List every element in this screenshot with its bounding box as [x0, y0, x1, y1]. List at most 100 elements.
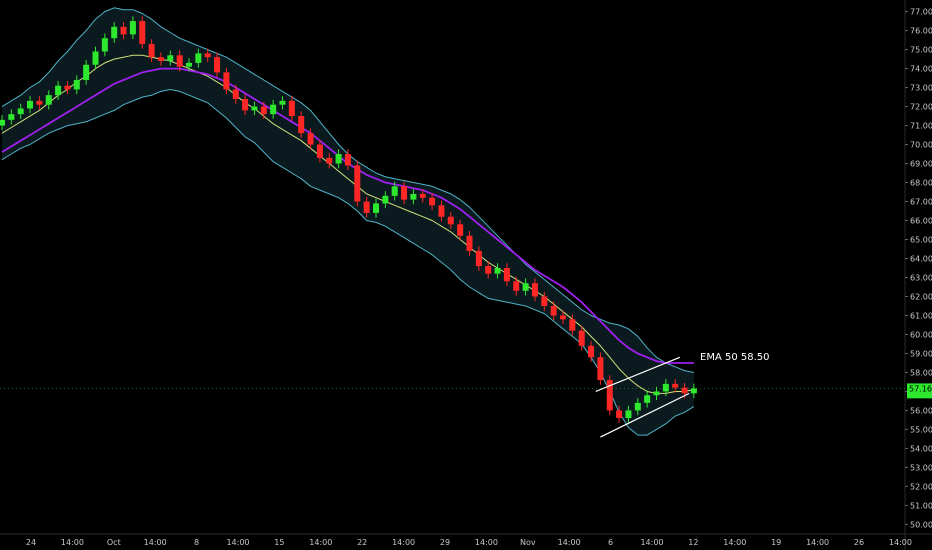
- price-tick-label: 73.00: [910, 84, 932, 93]
- candle-body: [550, 305, 557, 316]
- price-tick-label: 71.00: [910, 122, 932, 131]
- price-tick-label: 58.00: [910, 368, 932, 377]
- time-tick-label: 14:00: [309, 538, 332, 547]
- candle-body: [616, 410, 623, 419]
- time-tick-label: 14:00: [226, 538, 249, 547]
- price-tick-label: 53.00: [910, 463, 932, 472]
- time-tick-label: 19: [771, 538, 781, 547]
- candle-body: [17, 108, 24, 115]
- candle-body: [55, 85, 62, 96]
- price-tick-label: 76.00: [910, 27, 932, 36]
- price-tick-label: 75.00: [910, 46, 932, 55]
- time-tick-label: 14:00: [723, 538, 746, 547]
- candle-body: [120, 26, 127, 35]
- candle-body: [588, 345, 595, 358]
- candle-body: [176, 55, 183, 67]
- time-tick-label: 8: [194, 538, 199, 547]
- candle-body: [83, 64, 90, 80]
- candle-body: [447, 216, 454, 225]
- price-tick-label: 65.00: [910, 236, 932, 245]
- ema-annotation: EMA 50 58.50: [700, 352, 770, 363]
- candle-body: [503, 268, 510, 282]
- candle-body: [260, 106, 267, 115]
- candle-body: [8, 114, 15, 120]
- candle-body: [363, 201, 370, 213]
- time-tick-label: 14:00: [889, 538, 912, 547]
- candle-body: [560, 315, 566, 320]
- time-tick-label: 12: [688, 538, 698, 547]
- candle-body: [326, 157, 333, 164]
- candle-body: [419, 193, 426, 198]
- price-tick-label: 63.00: [910, 273, 932, 282]
- price-tick-label: 61.00: [910, 311, 932, 320]
- time-tick-label: Oct: [107, 538, 121, 547]
- candle-body: [569, 319, 576, 331]
- candle-body: [101, 38, 108, 52]
- price-tick-label: 62.00: [910, 292, 932, 301]
- candle-body: [214, 57, 221, 73]
- price-tick-label: 51.00: [910, 501, 932, 510]
- time-tick-label: Nov: [520, 538, 536, 547]
- candle-body: [335, 154, 342, 164]
- last-price-label: 57.16: [909, 384, 932, 393]
- time-tick-label: 26: [854, 538, 864, 547]
- time-tick-label: 6: [608, 538, 613, 547]
- candle-body: [223, 72, 230, 90]
- price-tick-label: 66.00: [910, 217, 932, 226]
- time-tick-label: 29: [440, 538, 450, 547]
- time-tick-label: 14:00: [475, 538, 498, 547]
- candle-body: [0, 119, 5, 126]
- candle-body: [64, 85, 71, 90]
- candle-body: [204, 53, 211, 58]
- candle-body: [242, 98, 249, 111]
- candle-body: [662, 383, 669, 392]
- candle-body: [307, 133, 314, 145]
- price-tick-label: 64.00: [910, 255, 932, 264]
- candle-body: [597, 357, 604, 381]
- candle-body: [139, 21, 146, 44]
- candle-body: [270, 104, 277, 115]
- candle-body: [494, 268, 501, 274]
- candle-body: [672, 383, 679, 388]
- price-tick-label: 67.00: [910, 198, 932, 207]
- time-tick-label: 14:00: [61, 538, 84, 547]
- candle-body: [129, 21, 136, 35]
- candle-body: [466, 235, 473, 251]
- candle-body: [316, 144, 323, 158]
- time-tick-label: 22: [357, 538, 367, 547]
- price-tick-label: 59.00: [910, 349, 932, 358]
- candle-body: [382, 195, 389, 204]
- time-tick-label: 14:00: [392, 538, 415, 547]
- price-tick-label: 72.00: [910, 103, 932, 112]
- candle-body: [653, 391, 660, 396]
- price-tick-label: 54.00: [910, 444, 932, 453]
- price-tick-label: 56.00: [910, 406, 932, 415]
- price-tick-label: 52.00: [910, 482, 932, 491]
- candle-body: [288, 100, 295, 117]
- price-tick-label: 68.00: [910, 179, 932, 188]
- candle-body: [457, 224, 464, 236]
- price-tick-label: 50.00: [910, 520, 932, 529]
- candle-body: [232, 89, 239, 99]
- candle-body: [410, 193, 417, 200]
- candle-body: [354, 165, 361, 202]
- candle-body: [475, 250, 482, 267]
- price-tick-label: 77.00: [910, 8, 932, 17]
- candle-body: [298, 116, 305, 134]
- candle-body: [485, 266, 492, 274]
- candle-body: [148, 43, 155, 58]
- price-tick-label: 69.00: [910, 160, 932, 169]
- candle-body: [438, 205, 445, 217]
- candle-body: [73, 79, 80, 90]
- price-tick-label: 55.00: [910, 425, 932, 434]
- candle-body: [279, 100, 286, 105]
- candle-body: [541, 296, 548, 306]
- candle-body: [401, 186, 408, 200]
- candle-body: [625, 410, 632, 419]
- candle-body: [111, 26, 118, 39]
- candle-body: [578, 330, 585, 346]
- candle-body: [644, 395, 651, 403]
- candle-body: [195, 53, 202, 63]
- time-tick-label: 14:00: [640, 538, 663, 547]
- time-tick-label: 14:00: [144, 538, 167, 547]
